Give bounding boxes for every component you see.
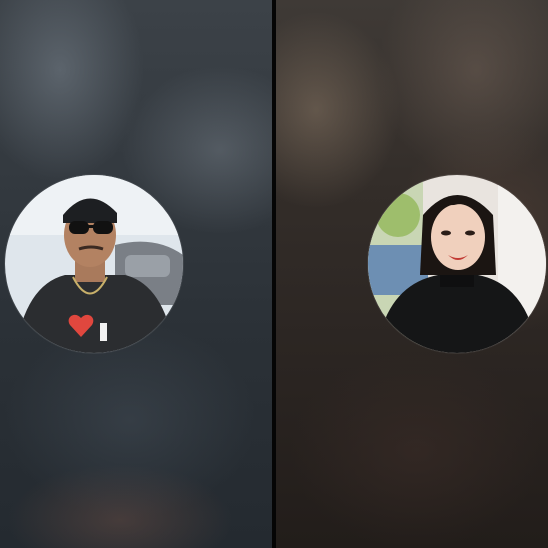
participant-avatar-right[interactable] — [368, 175, 546, 353]
woman-avatar-icon — [368, 175, 546, 353]
participant-tile-left[interactable] — [0, 0, 272, 548]
participant-tile-right[interactable] — [276, 0, 548, 548]
participant-avatar-left[interactable] — [5, 175, 183, 353]
video-call-split-view — [0, 0, 548, 548]
man-avatar-icon — [5, 175, 183, 353]
